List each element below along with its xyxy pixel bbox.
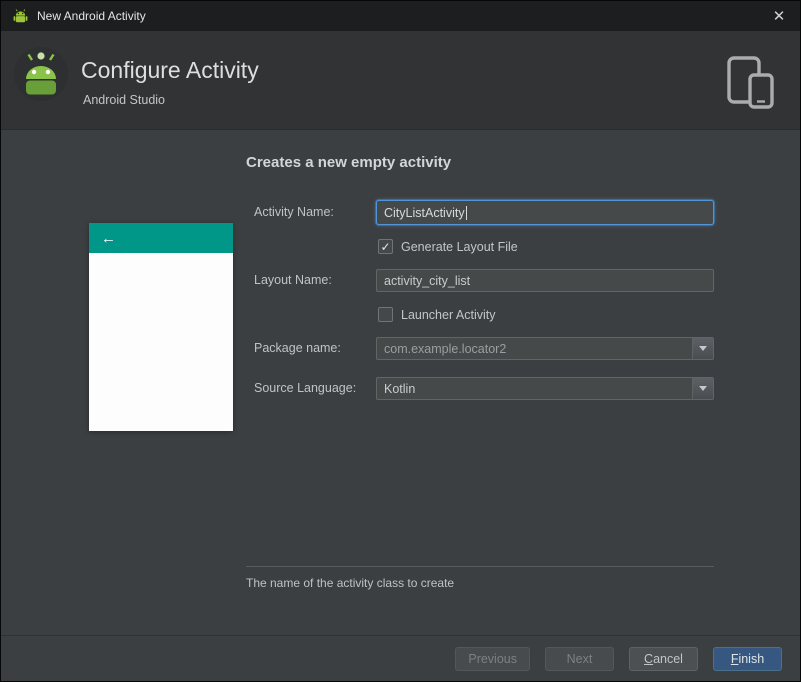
- layout-name-value: activity_city_list: [384, 273, 471, 288]
- cancel-rest: ancel: [653, 651, 683, 666]
- layout-name-input[interactable]: activity_city_list: [376, 269, 714, 292]
- package-name-label: Package name:: [254, 341, 341, 355]
- generate-layout-label[interactable]: Generate Layout File: [401, 240, 518, 254]
- finish-button[interactable]: Finish: [713, 646, 782, 671]
- source-language-label: Source Language:: [254, 381, 357, 395]
- activity-preview: ←: [89, 223, 233, 431]
- form-heading: Creates a new empty activity: [246, 154, 452, 171]
- page-subtitle: Android Studio: [83, 93, 166, 107]
- launcher-activity-checkbox[interactable]: [378, 307, 393, 322]
- previous-button[interactable]: Previous: [455, 646, 530, 671]
- button-bar: Previous Next Cancel Finish: [1, 635, 800, 681]
- activity-name-label: Activity Name:: [254, 205, 334, 219]
- hint-divider: [246, 566, 714, 567]
- source-language-value: Kotlin: [384, 381, 416, 396]
- back-arrow-icon: ←: [101, 229, 116, 247]
- layout-name-label: Layout Name:: [254, 273, 332, 287]
- source-language-combobox[interactable]: Kotlin: [376, 377, 714, 400]
- activity-name-value: CityListActivity: [384, 205, 465, 220]
- hint-text: The name of the activity class to create: [246, 576, 455, 590]
- chevron-down-icon[interactable]: [692, 338, 713, 359]
- cancel-button[interactable]: Cancel: [629, 646, 698, 671]
- new-android-activity-dialog: New Android Activity ✕ Configure Activit…: [0, 0, 801, 682]
- phone-tablet-icon: [727, 56, 774, 109]
- window-title: New Android Activity: [37, 9, 146, 23]
- package-name-value: com.example.locator2: [384, 341, 507, 356]
- check-icon: ✓: [380, 239, 391, 254]
- generate-layout-checkbox[interactable]: ✓: [378, 239, 393, 254]
- page-title: Configure Activity: [81, 57, 259, 83]
- android-studio-logo-icon: [14, 47, 68, 101]
- next-button[interactable]: Next: [545, 646, 614, 671]
- launcher-activity-label[interactable]: Launcher Activity: [401, 308, 496, 322]
- cancel-mnemonic: C: [644, 651, 654, 666]
- chevron-down-icon[interactable]: [692, 378, 713, 399]
- finish-rest: inish: [738, 651, 765, 666]
- activity-name-input[interactable]: CityListActivity: [376, 200, 714, 225]
- close-icon[interactable]: ✕: [769, 7, 789, 25]
- package-name-combobox[interactable]: com.example.locator2: [376, 337, 714, 360]
- wizard-content: Creates a new empty activity ← Activity …: [1, 130, 800, 681]
- finish-mnemonic: F: [730, 651, 739, 666]
- wizard-header: Configure Activity Android Studio: [1, 31, 800, 130]
- title-bar: New Android Activity ✕: [1, 1, 800, 31]
- text-caret: [465, 205, 467, 220]
- android-icon: [13, 8, 28, 22]
- preview-appbar: ←: [89, 223, 233, 253]
- preview-body: [89, 253, 233, 431]
